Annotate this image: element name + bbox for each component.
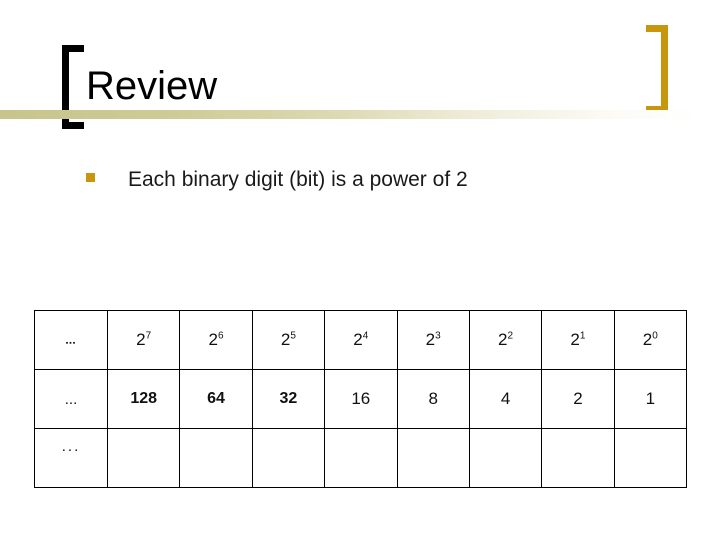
table-cell-power: 27: [106, 310, 181, 370]
table-cell-value: 64: [179, 369, 253, 429]
table-row: ...: [34, 428, 688, 488]
bullet-list-item: Each binary digit (bit) is a power of 2: [86, 168, 468, 192]
table-cell-empty: [251, 428, 326, 488]
table-row: ... 128 64 32 16 8 4 2 1: [34, 369, 688, 429]
table-cell-empty: [106, 428, 181, 488]
powers-of-two-table: ▪▪▪ 27 26 25 24 23 22 21 20... 128 64 32 16 8 4 2 1...: [34, 310, 688, 488]
bracket-right-decoration: [646, 25, 668, 113]
table-cell-empty: [613, 428, 688, 488]
table-cell-value: 2: [541, 369, 615, 429]
table-cell-empty: [541, 428, 615, 488]
table-cell-power: 21: [541, 310, 615, 370]
table-cell-ellipsis: ...: [34, 428, 108, 488]
table-row: ▪▪▪ 27 26 25 24 23 22 21 20: [34, 310, 688, 370]
table-cell-empty: [324, 428, 398, 488]
table-cell-power: 26: [179, 310, 253, 370]
table-cell-ellipsis: ...: [34, 369, 108, 429]
table-cell-value: 128: [106, 369, 181, 429]
table-cell-value: 16: [324, 369, 398, 429]
table-cell-value: 4: [468, 369, 543, 429]
table-cell-power: 24: [324, 310, 398, 370]
table-cell-power: 22: [468, 310, 543, 370]
table-cell-empty: [396, 428, 470, 488]
table-cell-empty: [179, 428, 253, 488]
table-cell-value: 8: [396, 369, 470, 429]
square-bullet-icon: [86, 173, 95, 182]
page-title: Review: [86, 64, 218, 108]
table-cell-ellipsis: ▪▪▪: [34, 310, 108, 370]
table-cell-power: 23: [396, 310, 470, 370]
table-body: ▪▪▪ 27 26 25 24 23 22 21 20... 128 64 32 16 8 4 2 1...: [34, 310, 688, 488]
title-divider-line: [0, 110, 700, 119]
table-cell-value: 1: [613, 369, 688, 429]
table-cell-power: 20: [613, 310, 688, 370]
table-cell-empty: [468, 428, 543, 488]
slide-title-area: Review: [0, 0, 720, 150]
bullet-item-label: Each binary digit (bit) is a power of 2: [128, 168, 468, 191]
table-cell-power: 25: [251, 310, 326, 370]
table-cell-value: 32: [251, 369, 326, 429]
